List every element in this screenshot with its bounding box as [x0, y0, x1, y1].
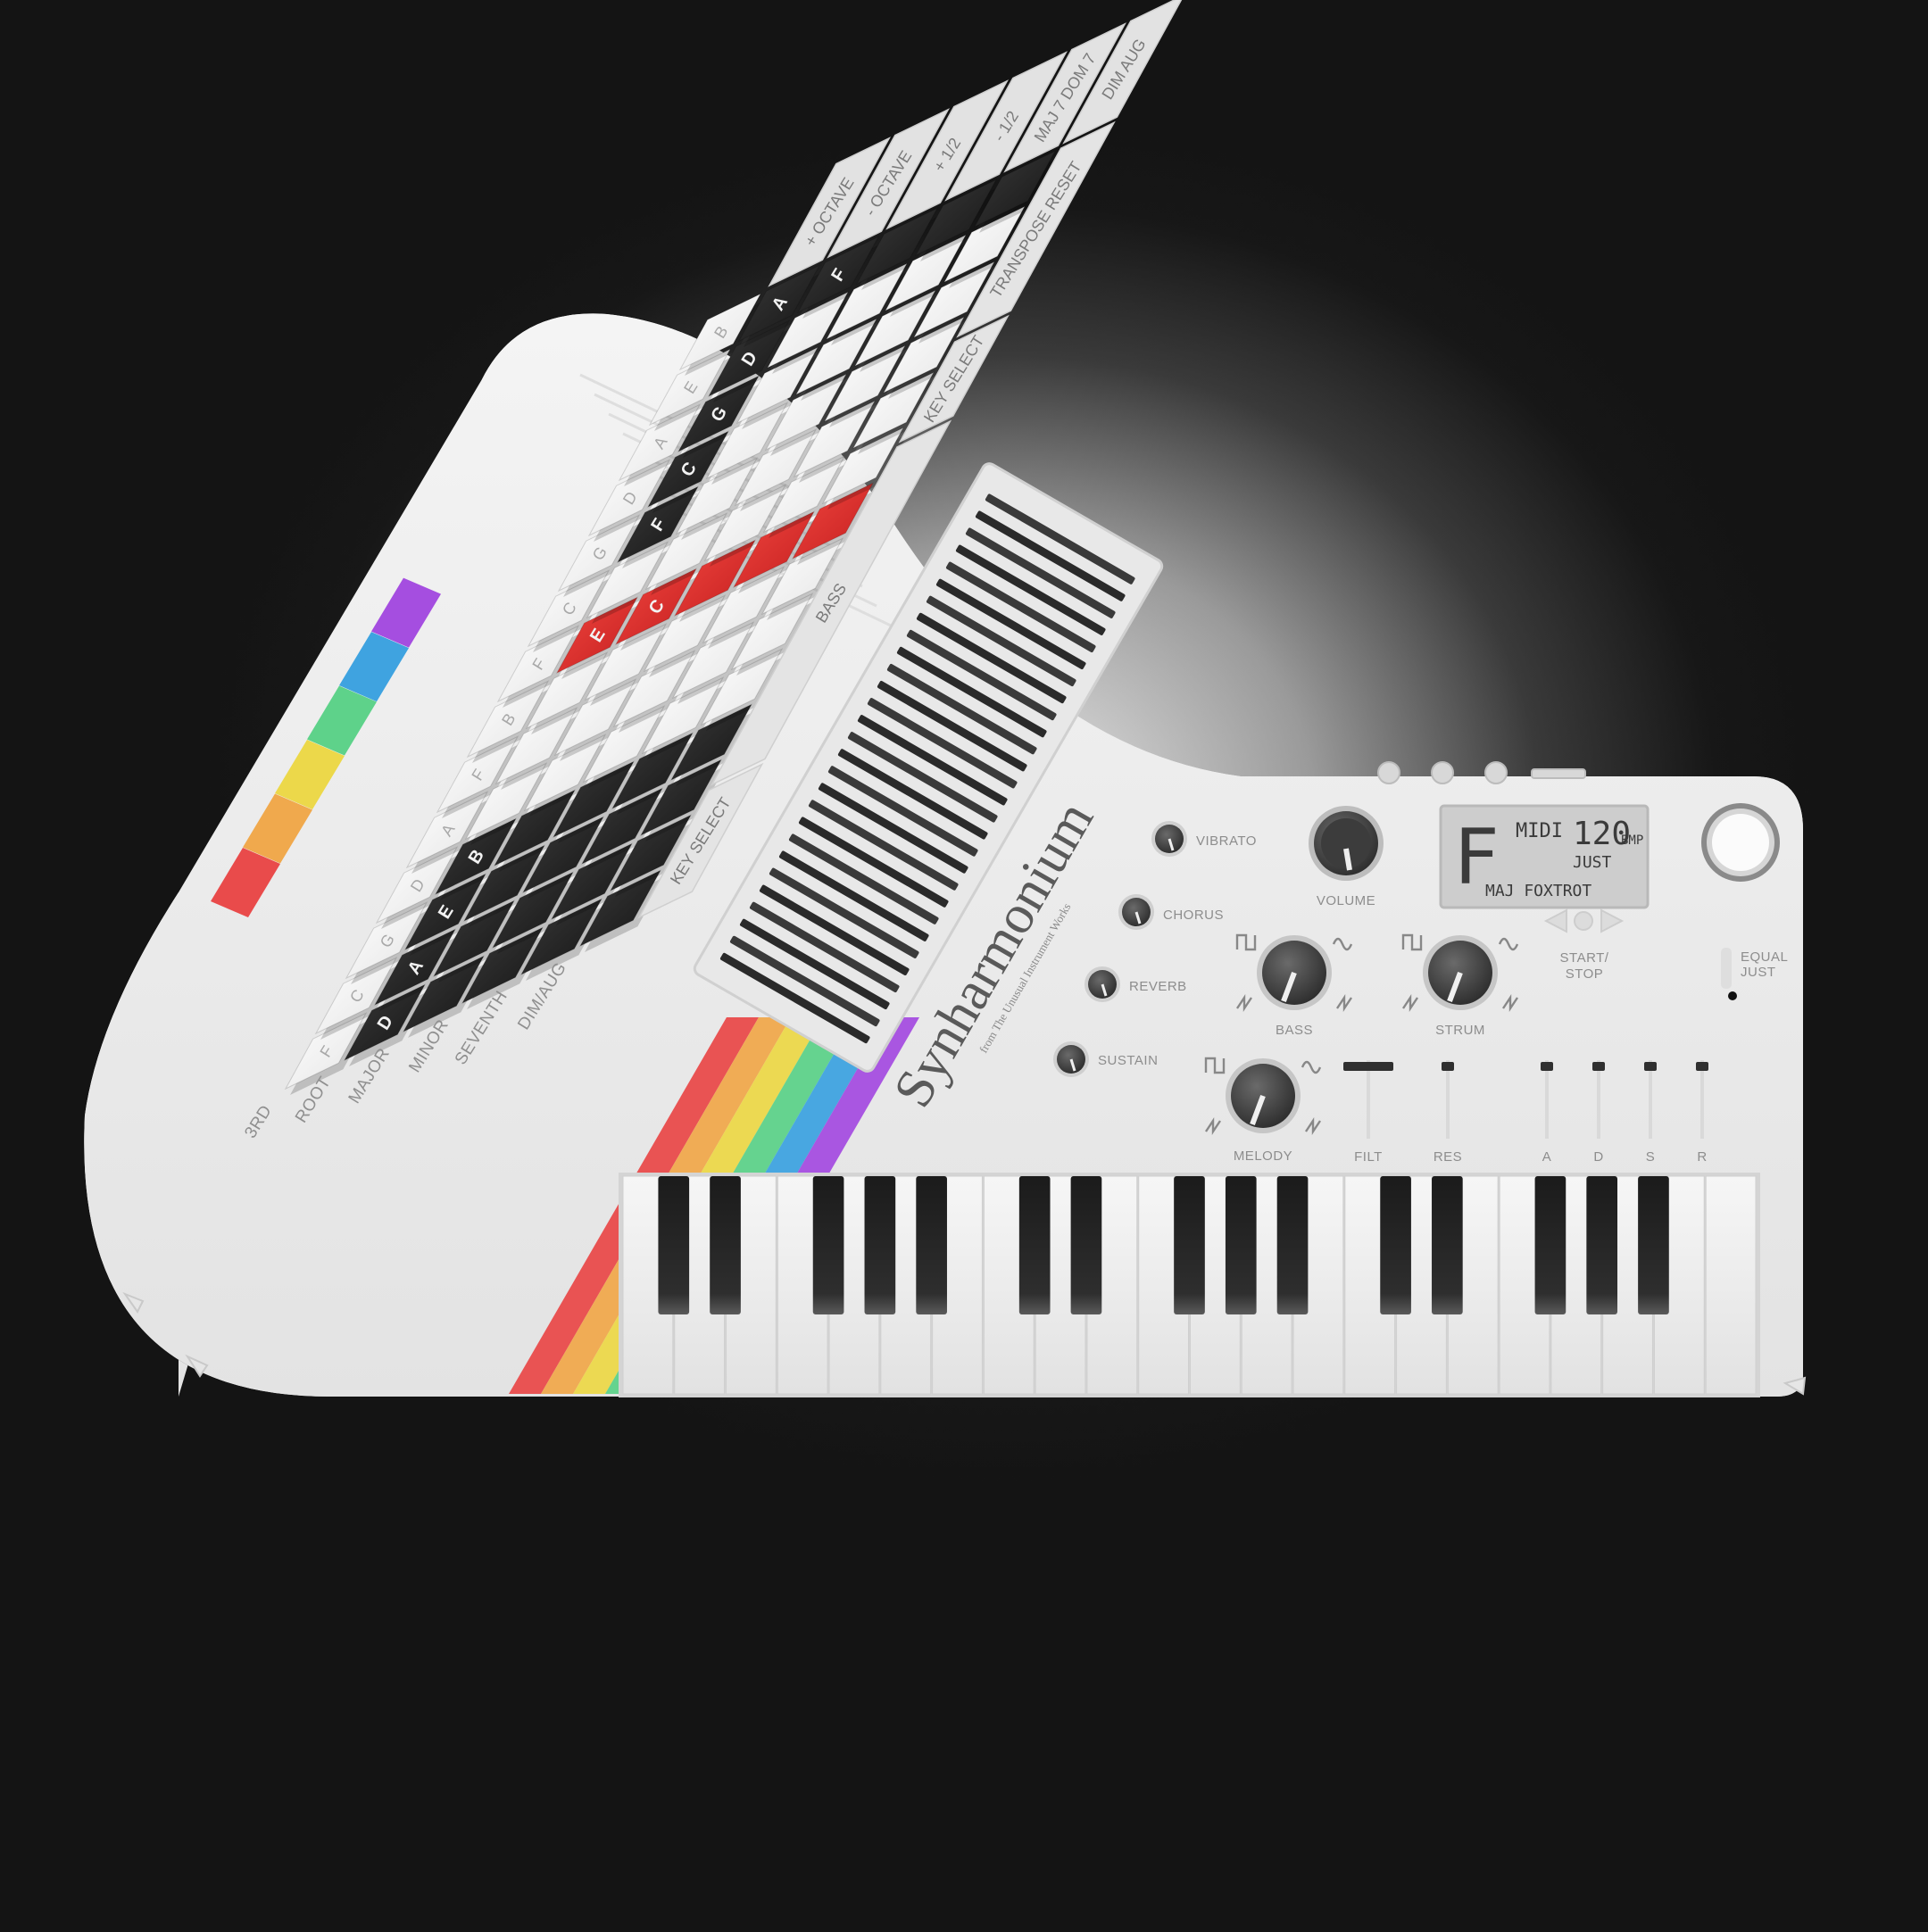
- slider-label: A: [1542, 1149, 1552, 1165]
- lcd-patch: MAJ FOXTROT: [1485, 882, 1591, 900]
- tuning-label-equal: EQUAL: [1741, 949, 1788, 965]
- vibrato-label: VIBRATO: [1196, 833, 1257, 849]
- slider-label: R: [1697, 1149, 1707, 1165]
- slider-handle[interactable]: [1592, 1062, 1605, 1071]
- sustain-label: SUSTAIN: [1098, 1053, 1158, 1068]
- black-key[interactable]: [1638, 1176, 1669, 1314]
- slider-handle[interactable]: [1343, 1062, 1393, 1071]
- black-key[interactable]: [1534, 1176, 1566, 1314]
- vibrato-knob[interactable]: [1151, 821, 1187, 857]
- reverb-label: REVERB: [1129, 979, 1187, 994]
- black-key[interactable]: [1174, 1176, 1205, 1314]
- slider-track: [1649, 1060, 1652, 1139]
- slider-label: D: [1593, 1149, 1603, 1165]
- chorus-label: CHORUS: [1163, 908, 1224, 923]
- black-key[interactable]: [916, 1176, 947, 1314]
- start-stop-label-2: STOP: [1566, 966, 1604, 982]
- encoder-knob[interactable]: [1701, 803, 1780, 882]
- strum-label: STRUM: [1435, 1023, 1485, 1038]
- black-key[interactable]: [710, 1176, 741, 1314]
- tuning-label-just: JUST: [1741, 965, 1776, 980]
- piano-keyboard: [619, 1173, 1760, 1397]
- black-key[interactable]: [1070, 1176, 1102, 1314]
- slider-handle[interactable]: [1644, 1062, 1657, 1071]
- slider-track: [1545, 1060, 1549, 1139]
- lcd-display: F MIDI 120 BMP JUST MAJ FOXTROT: [1439, 804, 1650, 909]
- black-key[interactable]: [1018, 1176, 1051, 1314]
- slider-handle[interactable]: [1696, 1062, 1708, 1071]
- bass-label: BASS: [1276, 1023, 1313, 1038]
- slider-label: FILT: [1354, 1149, 1383, 1165]
- slider-track: [1446, 1060, 1450, 1139]
- lcd-mode: MIDI: [1516, 820, 1563, 842]
- synthesizer-body: FCGDAFBFCGDAEBDAEBEFCGDACF+ OCTAVE - OCTA…: [84, 0, 1807, 1397]
- black-key[interactable]: [864, 1176, 896, 1314]
- slider-handle[interactable]: [1541, 1062, 1553, 1071]
- lcd-tuning: JUST: [1573, 853, 1612, 872]
- volume-label: VOLUME: [1317, 893, 1375, 908]
- black-key[interactable]: [1432, 1176, 1463, 1314]
- black-key[interactable]: [1276, 1176, 1309, 1314]
- black-key[interactable]: [658, 1176, 690, 1314]
- slider-track: [1597, 1060, 1600, 1139]
- product-render: F C G D A F B F C G D A E B D A E B E F C G D A C F + OCTAVE - OCTA…: [0, 0, 1928, 1928]
- slider-label: S: [1646, 1149, 1656, 1165]
- slider-handle[interactable]: [1442, 1062, 1454, 1071]
- black-key[interactable]: [1225, 1176, 1257, 1314]
- start-stop-label-1: START/: [1560, 950, 1609, 966]
- bass-knob[interactable]: [1257, 935, 1332, 1010]
- black-key[interactable]: [1380, 1176, 1411, 1314]
- slider-track: [1700, 1060, 1704, 1139]
- melody-label: MELODY: [1234, 1148, 1292, 1164]
- black-key[interactable]: [812, 1176, 844, 1314]
- lcd-tempo-unit: BMP: [1621, 833, 1643, 848]
- slider-track: [1367, 1060, 1370, 1139]
- melody-knob[interactable]: [1226, 1058, 1301, 1133]
- slider-label: RES: [1434, 1149, 1462, 1165]
- chorus-knob[interactable]: [1118, 894, 1154, 930]
- reverb-knob[interactable]: [1084, 966, 1120, 1002]
- volume-knob[interactable]: [1309, 806, 1384, 881]
- sustain-knob[interactable]: [1053, 1041, 1089, 1077]
- black-key[interactable]: [1586, 1176, 1618, 1314]
- white-key[interactable]: [1705, 1175, 1757, 1395]
- strum-knob[interactable]: [1423, 935, 1498, 1010]
